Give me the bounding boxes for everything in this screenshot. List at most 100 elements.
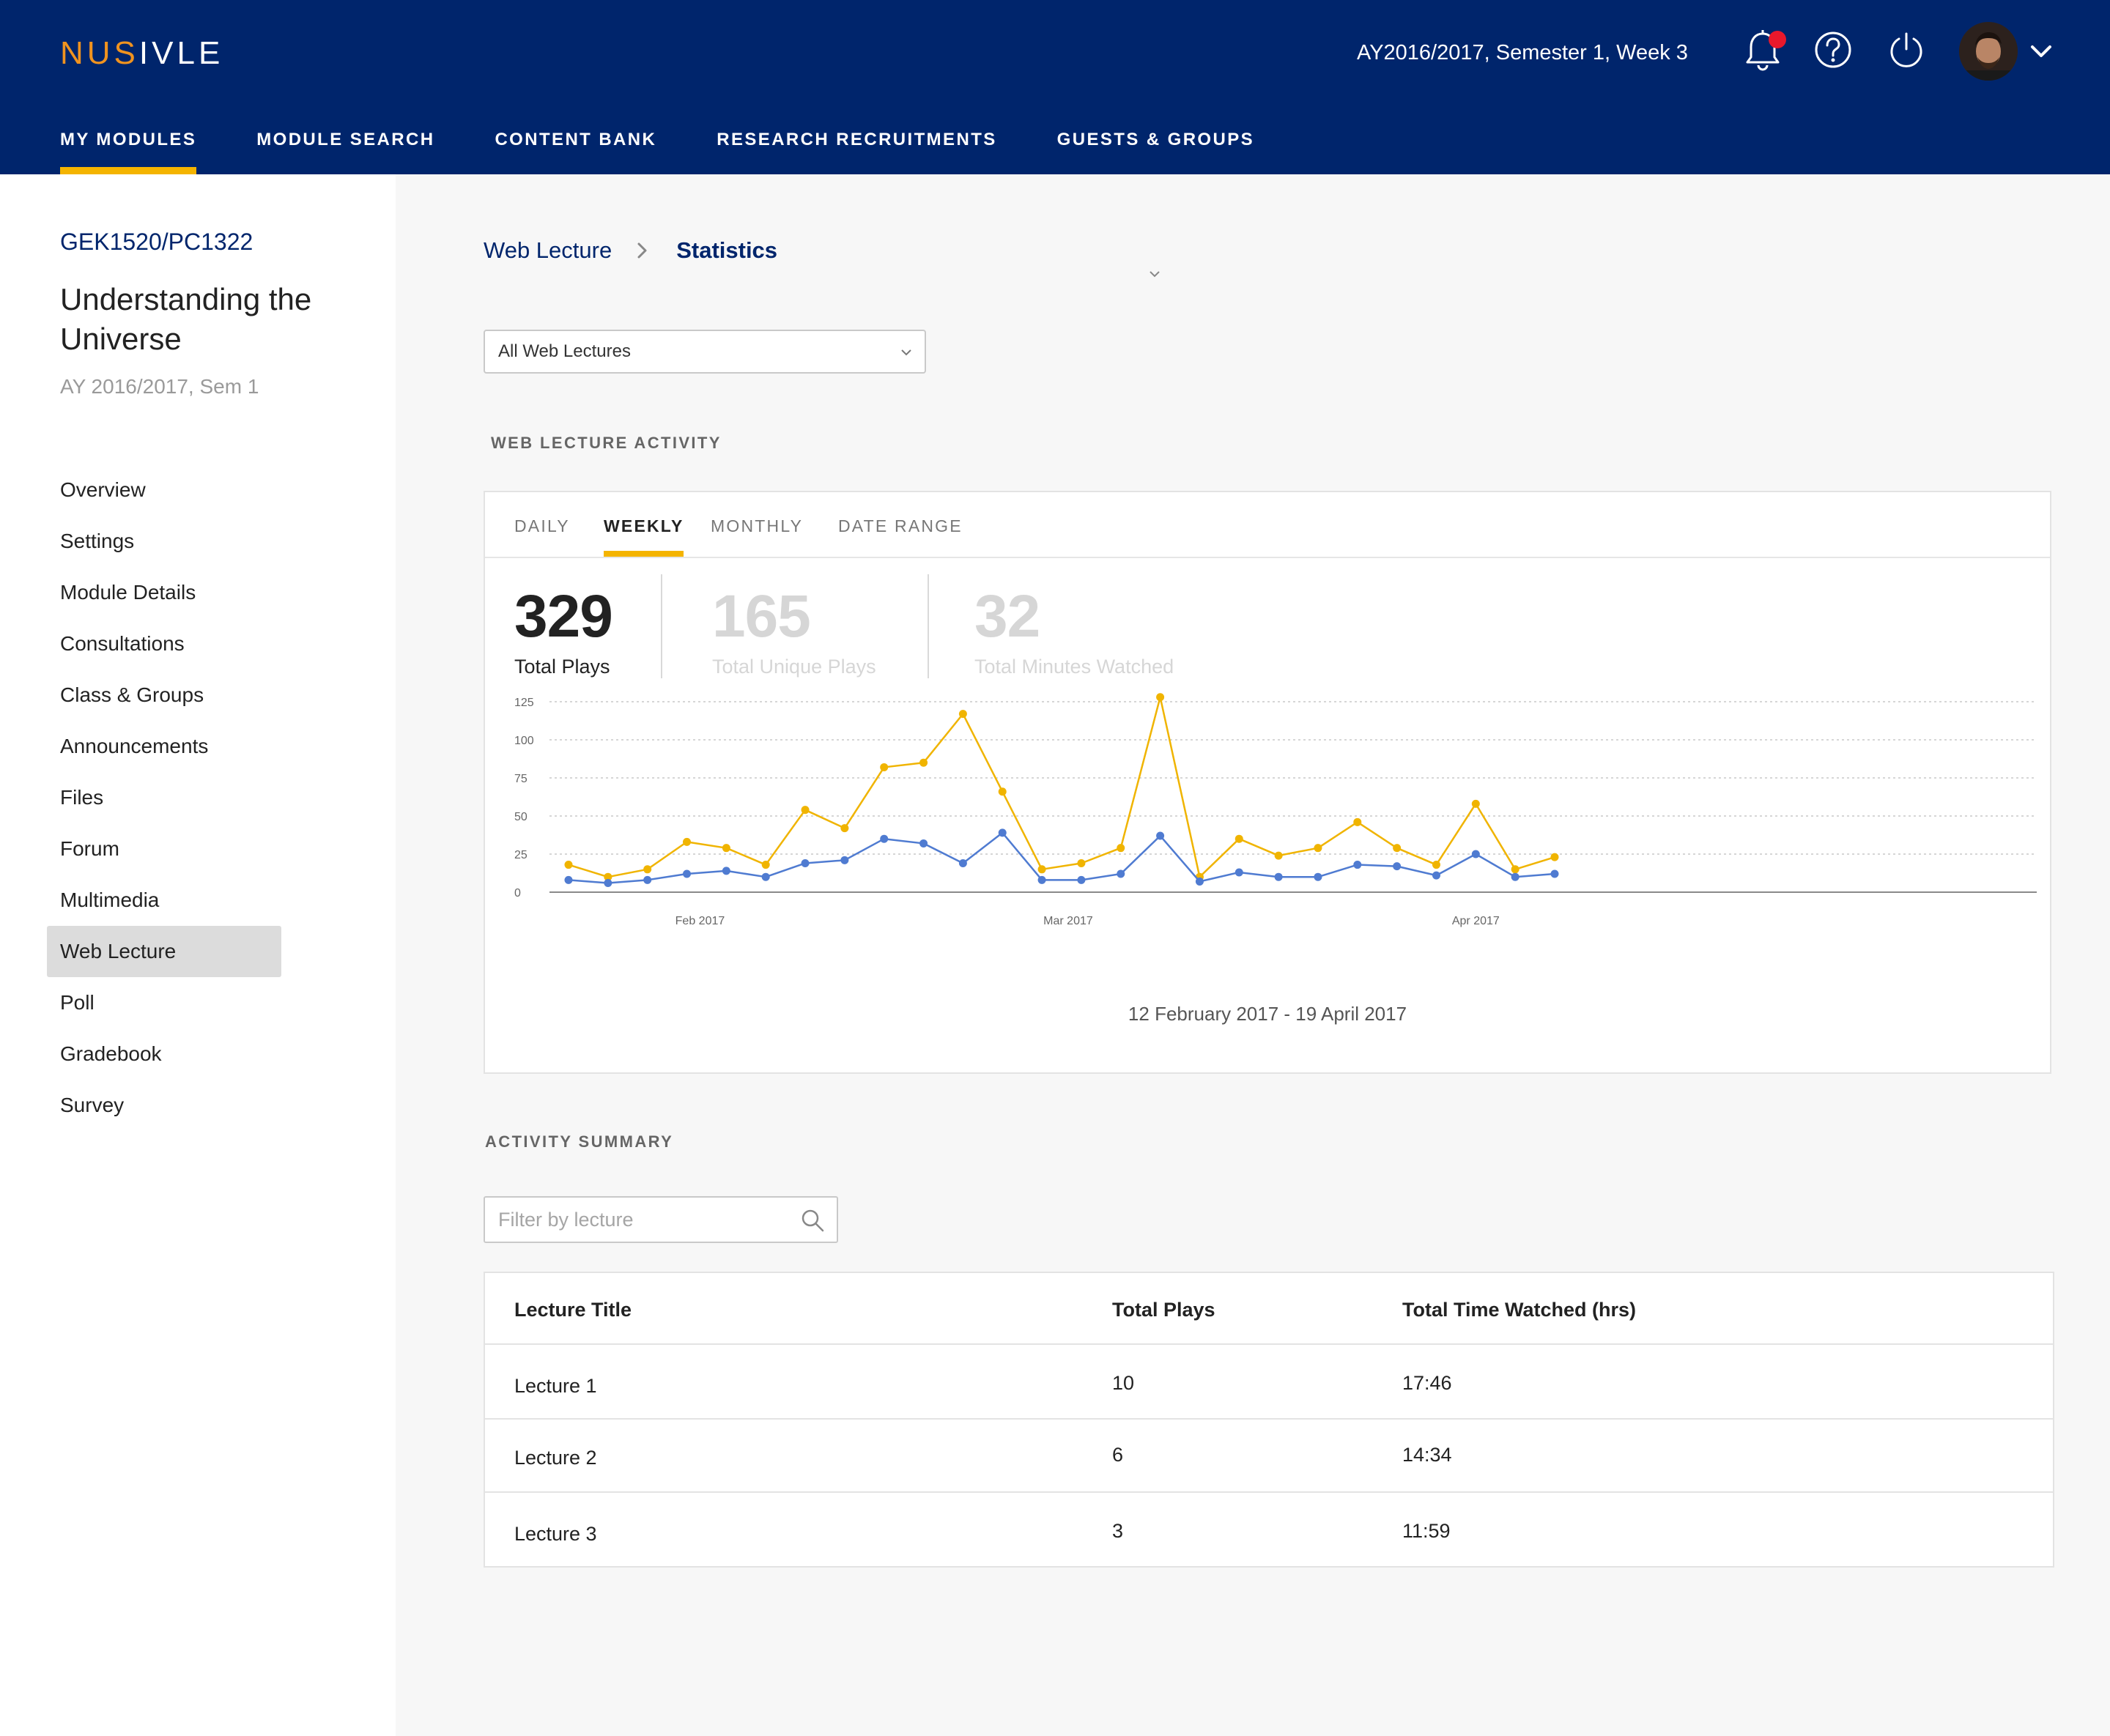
data-point [958,710,967,719]
tab-monthly[interactable]: MONTHLY [711,514,803,557]
table-row[interactable]: Lecture 2 6 14:34 [485,1420,2053,1493]
data-point [1117,844,1125,853]
data-point [1432,871,1440,880]
data-point [880,763,889,771]
sidebar-item-overview[interactable]: Overview [47,464,281,516]
cell-lecture-title: Lecture 2 [514,1447,597,1469]
data-point [1353,861,1362,869]
table-row[interactable]: Lecture 1 10 17:46 [485,1346,2053,1420]
filter-input[interactable] [498,1205,791,1234]
breadcrumb-web-lecture[interactable]: Web Lecture [484,236,612,265]
lecture-select[interactable]: All Web Lectures [484,330,926,374]
module-semester: AY 2016/2017, Sem 1 [60,375,259,398]
data-point [880,834,889,843]
data-point [683,869,692,878]
data-point [564,875,573,884]
data-point [761,861,770,869]
data-point [1234,868,1243,877]
cell-total-plays: 10 [1112,1372,1135,1394]
sidebar-item-forum[interactable]: Forum [47,823,281,875]
y-tick-label: 100 [514,735,534,747]
module-code[interactable]: GEK1520/PC1322 [60,227,253,256]
data-point [958,858,967,867]
tab-weekly[interactable]: WEEKLY [604,514,684,557]
chevron-down-icon[interactable] [2028,41,2054,62]
data-point [1037,865,1046,874]
data-point [998,787,1007,796]
sidebar-item-files[interactable]: Files [47,772,281,823]
chevron-down-icon[interactable] [1147,268,1162,280]
help-icon[interactable] [1810,26,1857,73]
power-icon[interactable] [1883,26,1930,73]
data-point [919,839,928,847]
table-header-row: Lecture Title Total Plays Total Time Wat… [485,1273,2053,1345]
sidebar-item-module-details[interactable]: Module Details [47,567,281,618]
x-tick-label: Apr 2017 [1452,915,1500,927]
cell-time-watched: 11:59 [1402,1520,1451,1542]
sidebar-item-settings[interactable]: Settings [47,516,281,567]
data-point [919,758,928,767]
top-header: NUSIVLE AY2016/2017, Semester 1, Week 3 … [0,0,2110,174]
sidebar-item-consultations[interactable]: Consultations [47,618,281,669]
stat-label: Total Unique Plays [712,656,876,678]
cell-lecture-title: Lecture 3 [514,1523,597,1545]
avatar[interactable] [1959,22,2018,81]
data-point [998,828,1007,837]
sidebar-item-class-groups[interactable]: Class & Groups [47,669,281,721]
nav-guests-groups[interactable]: GUESTS & GROUPS [1057,126,1254,174]
filter-box [484,1196,838,1243]
activity-card: DAILY WEEKLY MONTHLY DATE RANGE 329 Tota… [484,491,2051,1074]
stat-total-minutes-watched[interactable]: 32 Total Minutes Watched [974,582,1174,680]
data-point [1314,872,1322,881]
data-point [1471,799,1480,808]
cell-time-watched: 14:34 [1402,1444,1452,1466]
data-point [1393,844,1402,853]
data-point [1550,853,1559,861]
y-tick-label: 50 [514,811,528,823]
data-point [1156,693,1165,702]
search-icon[interactable] [800,1208,825,1233]
data-point [1234,834,1243,843]
sidebar-item-announcements[interactable]: Announcements [47,721,281,772]
data-point [643,875,652,884]
data-point [1550,869,1559,878]
sidebar-item-gradebook[interactable]: Gradebook [47,1028,281,1080]
breadcrumb-statistics: Statistics [676,237,778,263]
data-point [1117,869,1125,878]
tab-date-range[interactable]: DATE RANGE [838,514,963,557]
breadcrumb: Web Lecture Statistics [484,236,777,265]
sidebar-item-web-lecture[interactable]: Web Lecture [47,926,281,977]
column-header-lecture-title[interactable]: Lecture Title [514,1297,632,1323]
data-point [1353,817,1362,826]
sidebar-item-poll[interactable]: Poll [47,977,281,1028]
nav-module-search[interactable]: MODULE SEARCH [256,126,434,174]
stat-value: 329 [514,583,613,650]
stat-total-unique-plays[interactable]: 165 Total Unique Plays [712,582,876,680]
y-tick-label: 125 [514,697,534,709]
stat-divider [928,574,929,678]
stat-label: Total Plays [514,656,610,678]
data-point [1393,862,1402,871]
nav-research-recruitments[interactable]: RESEARCH RECRUITMENTS [717,126,996,174]
chart-date-range: 12 February 2017 - 19 April 2017 [1128,1003,1407,1025]
stat-total-plays[interactable]: 329 Total Plays [514,582,613,680]
logo[interactable]: NUSIVLE [60,34,223,73]
y-tick-label: 0 [514,887,521,899]
column-header-total-plays[interactable]: Total Plays [1112,1297,1215,1323]
data-point [604,879,612,888]
stat-value: 165 [712,583,811,650]
nav-my-modules[interactable]: MY MODULES [60,126,197,174]
data-point [1274,851,1283,860]
cell-time-watched: 17:46 [1402,1372,1452,1394]
table-row[interactable]: Lecture 3 3 11:59 [485,1493,2053,1566]
y-tick-label: 25 [514,849,528,861]
tab-daily[interactable]: DAILY [514,514,570,557]
data-point [1156,831,1165,840]
sidebar-item-multimedia[interactable]: Multimedia [47,875,281,926]
nav-content-bank[interactable]: CONTENT BANK [495,126,656,174]
sidebar-item-survey[interactable]: Survey [47,1080,281,1131]
stat-value: 32 [974,583,1040,650]
lecture-select-value: All Web Lectures [498,341,631,361]
column-header-total-time[interactable]: Total Time Watched (hrs) [1402,1297,1636,1323]
x-tick-label: Feb 2017 [675,915,725,927]
